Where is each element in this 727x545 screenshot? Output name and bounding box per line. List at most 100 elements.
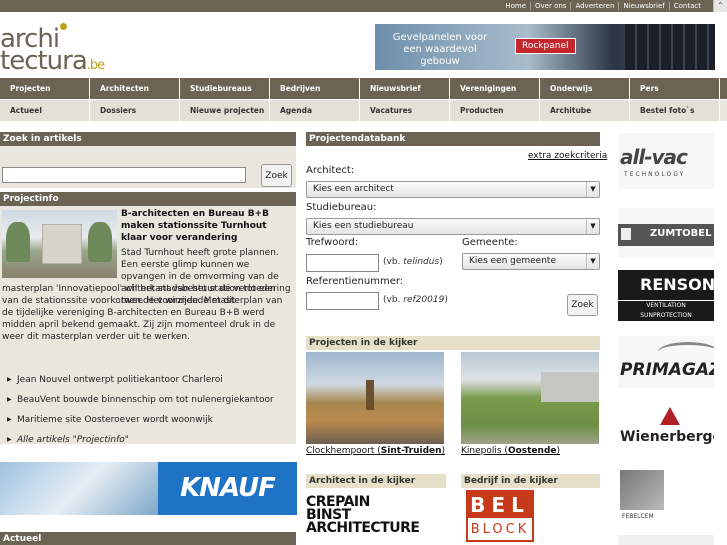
- extra-criteria-link[interactable]: extra zoekcriteria: [528, 151, 607, 161]
- projectinfo-link[interactable]: Jean Nouvel ontwerpt politiekantoor Char…: [7, 370, 292, 390]
- chevron-down-icon: ▼: [586, 254, 599, 269]
- renson-sub2: SUNPROTECTION: [618, 311, 714, 321]
- logo-dot-icon: [60, 23, 67, 30]
- site-logo[interactable]: archi tectura.be: [0, 18, 150, 76]
- febelcem-shape-icon: [620, 470, 664, 510]
- top-link-adverteren[interactable]: Adverteren: [570, 2, 618, 10]
- trefwoord-hint-suffix: ): [439, 257, 443, 267]
- project-caption-kinepolis[interactable]: Kinepolis (Oostende): [461, 446, 560, 456]
- allvac-logo: all-vac: [620, 145, 688, 169]
- projectinfo-all-articles-link[interactable]: Alle artikels "Projectinfo": [7, 430, 292, 450]
- projectinfo-title[interactable]: B-architecten en Bureau B+B maken statio…: [121, 208, 293, 244]
- trefwoord-hint: (vb. telindus): [383, 257, 443, 267]
- febelcem-ad[interactable]: FEBELCEM: [618, 468, 714, 524]
- logo-line2-text: tectura: [0, 46, 88, 76]
- projectinfo-thumbnail[interactable]: [2, 210, 117, 278]
- belblock-logo[interactable]: BEL BLOCK: [466, 490, 534, 542]
- project-caption-city: Oostende: [507, 446, 557, 456]
- referentie-hint: (vb. ref20019): [383, 295, 448, 305]
- projecten-kijker-header: Projecten in de kijker: [306, 336, 600, 350]
- nav-item-studiebureaus[interactable]: Studiebureaus: [180, 78, 270, 99]
- belblock-logo-bottom: BLOCK: [470, 522, 530, 537]
- bottom-right-ad[interactable]: [618, 535, 714, 545]
- nav-item-bedrijven[interactable]: Bedrijven: [270, 78, 360, 99]
- trefwoord-hint-prefix: (vb.: [383, 257, 404, 267]
- wienerberger-ad[interactable]: Wienerberger: [618, 403, 714, 455]
- referentie-hint-prefix: (vb.: [383, 295, 404, 305]
- projectinfo-link[interactable]: BeauVent bouwde binnenschip om tot nulen…: [7, 390, 292, 410]
- top-links: Home Over ons Adverteren Nieuwsbrief Con…: [501, 0, 705, 12]
- zumtobel-ad[interactable]: ZUMTOBEL: [618, 208, 714, 258]
- referentie-input[interactable]: [306, 292, 379, 310]
- allvac-sub: TECHNOLOGY: [624, 171, 686, 178]
- top-link-contact[interactable]: Contact: [668, 2, 705, 10]
- article-search-box: Zoek: [0, 146, 296, 188]
- article-search-button[interactable]: Zoek: [261, 164, 292, 187]
- nav-item-nieuwsbrief[interactable]: Nieuwsbrief: [360, 78, 450, 99]
- nav-item-architube[interactable]: Architube: [540, 100, 630, 121]
- nav-item-architecten[interactable]: Architecten: [90, 78, 180, 99]
- logo-suffix: .be: [86, 58, 105, 73]
- belblock-logo-top: BEL: [468, 492, 532, 518]
- project-photo-kinepolis[interactable]: [461, 352, 599, 444]
- nav-row-secondary: Actueel Dossiers Nieuwe projecten Agenda…: [0, 100, 727, 122]
- nav-item-onderwijs[interactable]: Onderwijs: [540, 78, 630, 99]
- architect-kijker-header: Architect in de kijker: [306, 474, 446, 488]
- photo-building: [541, 372, 599, 402]
- project-photo-clockhempoort[interactable]: [306, 352, 444, 444]
- referentie-label: Referentienummer:: [306, 276, 404, 287]
- logo-line2: tectura.be: [0, 46, 105, 79]
- nav-item-bestel-fotos[interactable]: Bestel foto`s: [630, 100, 720, 121]
- allvac-ad[interactable]: all-vac TECHNOLOGY: [618, 133, 714, 189]
- wienerberger-triangle-icon: [660, 407, 680, 425]
- thumb-tree: [88, 222, 112, 262]
- studiebureau-label: Studiebureau:: [306, 202, 377, 213]
- zumtobel-square-icon: [621, 228, 631, 240]
- trefwoord-input[interactable]: [306, 254, 379, 272]
- projectinfo-text-part2: masterplan 'Innovatiepool' wil het stads…: [2, 284, 291, 342]
- nav-item-vacatures[interactable]: Vacatures: [360, 100, 450, 121]
- gemeente-select[interactable]: Kies een gemeente ▼: [462, 253, 600, 270]
- chevron-down-icon: ▼: [586, 182, 599, 197]
- scroll-up-arrow-icon[interactable]: ⌃: [713, 0, 727, 12]
- projectinfo-panel: Projectinfo B-architecten en Bureau B+B …: [0, 192, 296, 450]
- referentie-hint-suffix: ): [444, 295, 448, 305]
- article-search-input[interactable]: [2, 167, 246, 183]
- main-navigation: Projecten Architecten Studiebureaus Bedr…: [0, 78, 727, 122]
- studiebureau-select[interactable]: Kies een studiebureau ▼: [306, 218, 600, 235]
- nav-item-pers[interactable]: Pers: [630, 78, 720, 99]
- renson-ad[interactable]: RENSON VENTILATION SUNPROTECTION: [618, 270, 714, 322]
- chevron-down-icon: ▼: [586, 219, 599, 234]
- nav-item-actueel[interactable]: Actueel: [0, 100, 90, 121]
- nav-item-verenigingen[interactable]: Verenigingen: [450, 78, 540, 99]
- project-database-panel: Projectendatabank: [306, 132, 600, 146]
- banner-ad[interactable]: Gevelpanelen voor een waardevol gebouw R…: [375, 24, 715, 70]
- knauf-ad-image: [0, 462, 160, 515]
- projectinfo-link[interactable]: Maritieme site Oosteroever wordt woonwij…: [7, 410, 292, 430]
- gemeente-label: Gemeente:: [462, 237, 518, 248]
- top-link-home[interactable]: Home: [501, 2, 530, 10]
- architect-select[interactable]: Kies een architect ▼: [306, 181, 600, 198]
- nav-item-dossiers[interactable]: Dossiers: [90, 100, 180, 121]
- nav-item-producten[interactable]: Producten: [450, 100, 540, 121]
- project-search-button[interactable]: Zoek: [567, 294, 598, 316]
- knauf-logo: KNAUF: [158, 462, 297, 515]
- top-link-nieuwsbrief[interactable]: Nieuwsbrief: [618, 2, 668, 10]
- article-search-header: Zoek in artikels: [0, 132, 296, 146]
- trefwoord-hint-example: telindus: [403, 257, 440, 267]
- actueel-header: Actueel: [0, 532, 296, 545]
- primagaz-arc-icon: [658, 342, 714, 362]
- zumtobel-logo: ZUMTOBEL: [650, 228, 712, 239]
- nav-item-nieuwe-projecten[interactable]: Nieuwe projecten: [180, 100, 270, 121]
- banner-facade-image: [625, 24, 715, 70]
- primagaz-ad[interactable]: PRIMAGAZ: [618, 336, 714, 388]
- knauf-ad[interactable]: KNAUF: [0, 462, 297, 515]
- project-caption-name: Clockhempoort: [306, 446, 375, 456]
- project-caption-city: Sint-Truiden: [380, 446, 442, 456]
- top-link-over-ons[interactable]: Over ons: [530, 2, 570, 10]
- gemeente-select-value: Kies een gemeente: [469, 256, 556, 266]
- nav-item-projecten[interactable]: Projecten: [0, 78, 90, 99]
- nav-item-agenda[interactable]: Agenda: [270, 100, 360, 121]
- project-caption-clockhempoort[interactable]: Clockhempoort (Sint-Truiden): [306, 446, 445, 456]
- crepain-binst-logo[interactable]: CREPAIN BINST ARCHITECTURE: [306, 495, 420, 540]
